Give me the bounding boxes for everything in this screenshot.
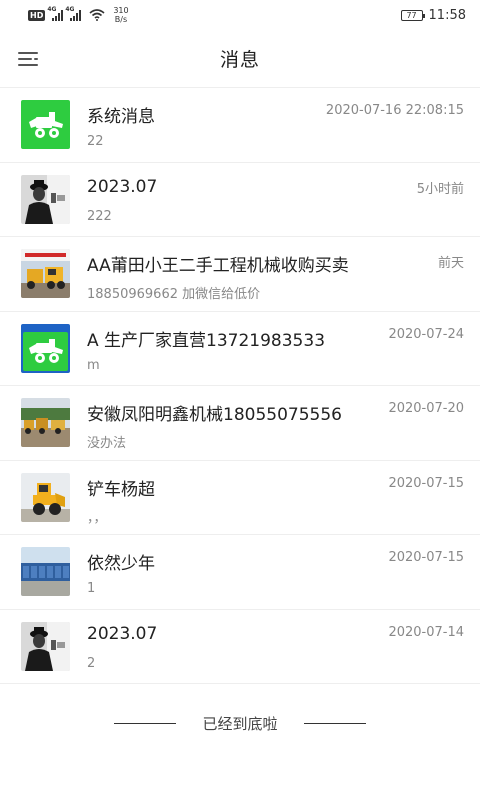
- message-subtitle: 222: [87, 208, 112, 224]
- message-time: 2020-07-15: [388, 550, 464, 565]
- message-time: 5小时前: [416, 181, 464, 197]
- building-photo: [21, 547, 70, 596]
- message-title: 依然少年: [87, 554, 155, 574]
- message-subtitle: ，，: [87, 510, 107, 526]
- message-item[interactable]: A 生产厂家直营13721983533 m 2020-07-24: [0, 312, 480, 386]
- loader-logo-icon: [21, 100, 70, 149]
- status-time: 11:58: [428, 7, 466, 23]
- yellow-loader-photo: [21, 472, 70, 522]
- status-right: 77 11:58: [400, 7, 466, 23]
- end-of-list-indicator: 已经到底啦: [0, 710, 480, 736]
- message-title: 2023.07: [87, 623, 158, 644]
- menu-icon[interactable]: [18, 50, 40, 68]
- message-item[interactable]: 安徽凤阳明鑫机械18055075556 没办法 2020-07-20: [0, 386, 480, 461]
- network-speed-unit: B/s: [114, 15, 128, 24]
- message-subtitle: m: [87, 357, 100, 373]
- message-item[interactable]: 依然少年 1 2020-07-15: [0, 535, 480, 610]
- message-item[interactable]: 铲车杨超 ，， 2020-07-15: [0, 461, 480, 535]
- message-subtitle: 22: [87, 134, 104, 149]
- excavator-banner-photo: [21, 249, 70, 298]
- message-item[interactable]: 2023.07 2 2020-07-14: [0, 610, 480, 684]
- message-title: A 生产厂家直营13721983533: [87, 330, 326, 351]
- machinery-yard-photo: [21, 398, 70, 447]
- message-subtitle: 1: [87, 581, 96, 596]
- message-item[interactable]: 系统消息 22 2020-07-16 22:08:15: [0, 88, 480, 163]
- network-speed-value: 310: [113, 6, 129, 15]
- message-time: 2020-07-14: [388, 624, 464, 640]
- status-left: HD 4G 4G 310 B/s: [28, 6, 129, 24]
- status-bar: HD 4G 4G 310 B/s 77 11:58: [0, 0, 480, 30]
- divider-left: [114, 722, 177, 724]
- message-subtitle: 18850969662 加微信给低价: [87, 287, 261, 302]
- message-time: 前天: [437, 256, 464, 271]
- network-type-label: 4G: [47, 5, 57, 13]
- message-title: AA莆田小王二手工程机械收购买卖: [87, 256, 349, 276]
- header: 消息: [0, 30, 480, 88]
- message-list: 系统消息 22 2020-07-16 22:08:15 2023.07 222 …: [0, 88, 480, 684]
- signal-icon: 4G: [47, 6, 64, 21]
- message-title: 系统消息: [87, 107, 155, 127]
- network-type-label-2: 4G: [65, 5, 75, 13]
- message-subtitle: 没办法: [87, 436, 127, 451]
- signal-icon-2: 4G: [65, 6, 82, 21]
- message-title: 2023.07: [87, 176, 158, 197]
- message-subtitle: 2: [87, 655, 96, 671]
- battery-icon: 77: [400, 9, 425, 21]
- message-time: 2020-07-16 22:08:15: [325, 103, 464, 118]
- hd-icon: HD: [28, 9, 46, 21]
- network-speed: 310 B/s: [113, 6, 128, 24]
- loader-parts-logo-icon: [21, 323, 70, 373]
- message-time: 2020-07-15: [388, 475, 464, 491]
- divider-right: [303, 722, 366, 724]
- message-time: 2020-07-24: [388, 326, 464, 342]
- message-title: 铲车杨超: [87, 479, 155, 500]
- person-photo: [21, 174, 70, 224]
- message-title: 安徽凤阳明鑫机械18055075556: [87, 405, 342, 425]
- message-item[interactable]: 2023.07 222 5小时前: [0, 163, 480, 237]
- end-of-list-text: 已经到底啦: [202, 714, 278, 733]
- person-photo: [21, 621, 70, 671]
- message-time: 2020-07-20: [388, 401, 464, 416]
- page-title: 消息: [219, 49, 260, 71]
- wifi-icon: [89, 9, 105, 21]
- message-item[interactable]: AA莆田小王二手工程机械收购买卖 18850969662 加微信给低价 前天: [0, 237, 480, 312]
